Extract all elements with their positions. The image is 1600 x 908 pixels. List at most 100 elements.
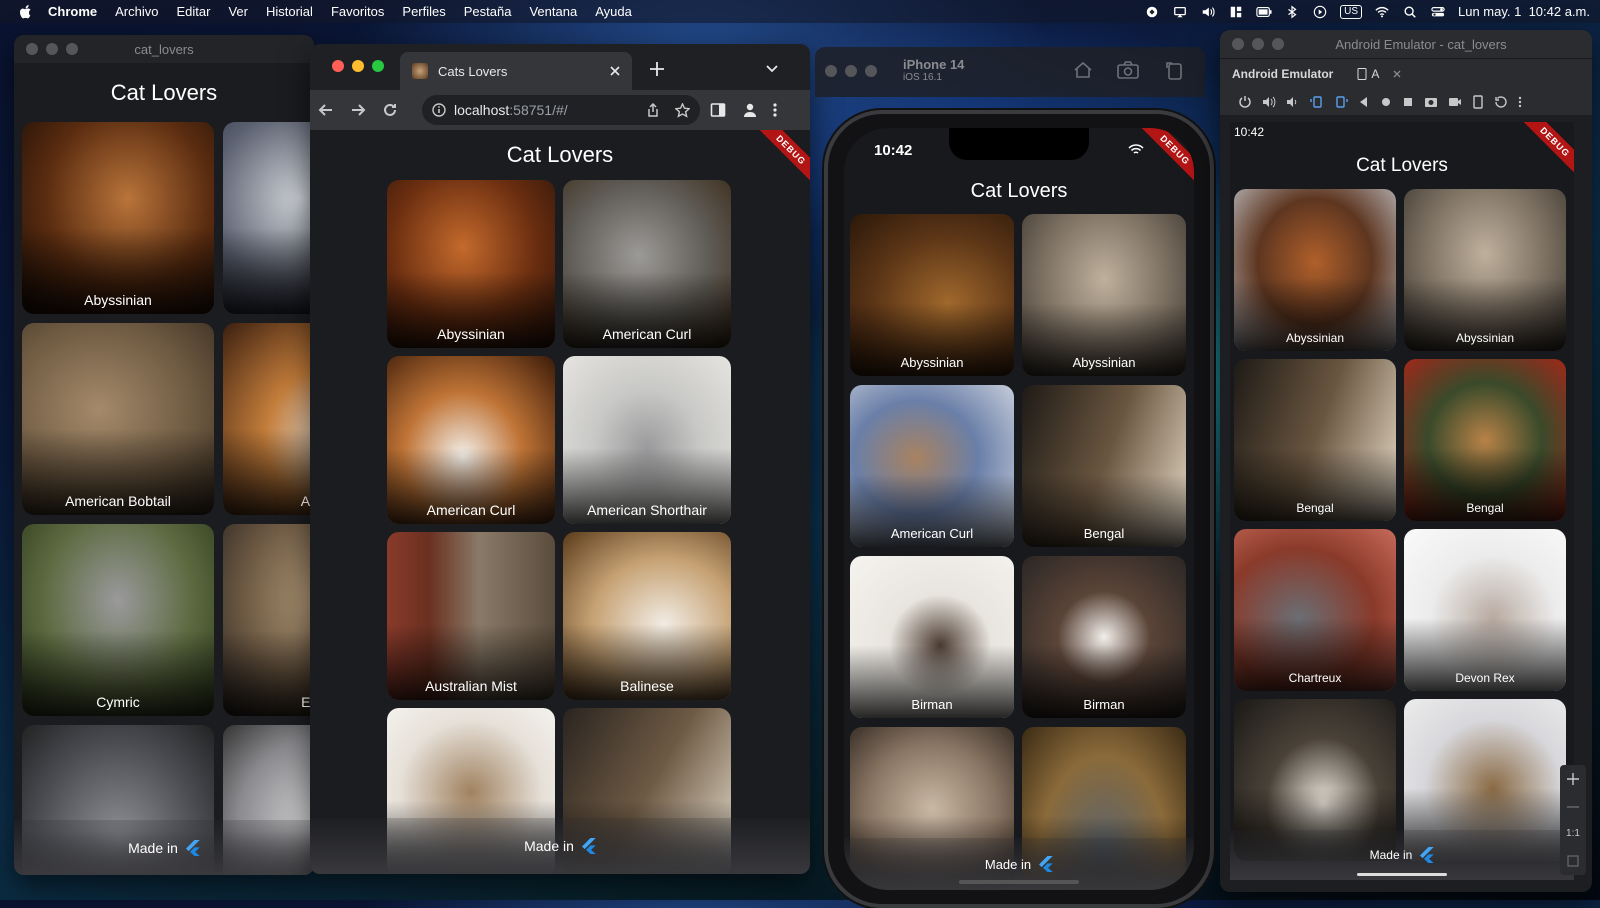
- status-app-icon[interactable]: [1144, 5, 1160, 19]
- menubar-clock[interactable]: Lun may. 1 10:42 a.m.: [1458, 4, 1590, 19]
- battery-icon[interactable]: [1256, 5, 1272, 19]
- more-options-icon[interactable]: [1518, 96, 1522, 108]
- fit-screen-icon[interactable]: [1567, 855, 1579, 867]
- minimize-button[interactable]: [352, 60, 364, 72]
- cat-card[interactable]: Cymric: [22, 524, 214, 716]
- volume-up-icon[interactable]: [1262, 95, 1276, 109]
- tab-search-icon[interactable]: [766, 64, 778, 74]
- cat-card[interactable]: Balinese: [563, 532, 731, 700]
- cat-card[interactable]: Ameri: [223, 323, 314, 515]
- zoom-out-icon[interactable]: [1567, 801, 1579, 813]
- input-source-indicator[interactable]: US: [1340, 4, 1362, 19]
- profile-icon[interactable]: [742, 102, 758, 118]
- device-frame-icon[interactable]: [1472, 95, 1484, 109]
- menu-historial[interactable]: Historial: [266, 4, 313, 19]
- cat-name: Bengal: [1083, 526, 1125, 541]
- cat-name: American Bobtail: [65, 493, 171, 509]
- record-video-icon[interactable]: [1448, 95, 1462, 109]
- cat-card[interactable]: Devon Rex: [1404, 529, 1566, 691]
- rotate-icon[interactable]: [1165, 60, 1183, 80]
- share-icon[interactable]: [646, 103, 660, 117]
- address-bar[interactable]: localhost:58751/#/: [422, 95, 700, 125]
- cat-card[interactable]: American Curl: [850, 385, 1014, 547]
- cat-card[interactable]: American Shorthair: [563, 356, 731, 524]
- close-device-tab-icon[interactable]: [1393, 70, 1401, 78]
- side-panel-icon[interactable]: [710, 102, 726, 118]
- window-tiling-icon[interactable]: [1228, 5, 1244, 19]
- bluetooth-icon[interactable]: [1284, 5, 1300, 19]
- menu-ayuda[interactable]: Ayuda: [595, 4, 632, 19]
- zoom-button[interactable]: [372, 60, 384, 72]
- cat-card[interactable]: Ae: [223, 122, 314, 314]
- close-button[interactable]: [1232, 38, 1244, 50]
- cat-card[interactable]: Abyssinian: [1022, 214, 1186, 376]
- cat-card[interactable]: Abyssinian: [1234, 189, 1396, 351]
- menu-ver[interactable]: Ver: [228, 4, 248, 19]
- menu-editar[interactable]: Editar: [176, 4, 210, 19]
- cat-card[interactable]: Abyssinian: [387, 180, 555, 348]
- flutter-logo-icon: [185, 839, 200, 856]
- play-icon[interactable]: [1312, 5, 1328, 19]
- overview-icon[interactable]: [1402, 96, 1414, 108]
- cat-card[interactable]: American Curl: [387, 356, 555, 524]
- back-icon[interactable]: [1358, 96, 1370, 108]
- home-icon[interactable]: [1073, 61, 1093, 79]
- rotate-right-icon[interactable]: [1334, 95, 1348, 109]
- menu-chrome[interactable]: Chrome: [48, 4, 97, 19]
- snapshot-icon[interactable]: [1494, 95, 1508, 109]
- screenshot-icon[interactable]: [1117, 61, 1139, 79]
- menu-favoritos[interactable]: Favoritos: [331, 4, 384, 19]
- close-button[interactable]: [332, 60, 344, 72]
- device-tab[interactable]: A: [1357, 67, 1401, 81]
- forward-icon[interactable]: [350, 102, 366, 118]
- cat-name: Chartreux: [1288, 671, 1342, 685]
- camera-icon[interactable]: [1424, 95, 1438, 109]
- cat-card[interactable]: Birman: [1022, 556, 1186, 718]
- new-tab-icon[interactable]: [650, 62, 664, 76]
- apple-icon[interactable]: [18, 4, 34, 20]
- site-info-icon[interactable]: [432, 103, 446, 117]
- footer: Made in: [310, 818, 810, 874]
- power-icon[interactable]: [1238, 95, 1252, 109]
- cat-card[interactable]: Bengal: [1234, 359, 1396, 521]
- cat-card[interactable]: Abyssinian: [1404, 189, 1566, 351]
- cat-card[interactable]: Chartreux: [1234, 529, 1396, 691]
- volume-icon[interactable]: [1200, 5, 1216, 19]
- chrome-menu-icon[interactable]: [772, 102, 778, 118]
- menu-perfiles[interactable]: Perfiles: [402, 4, 445, 19]
- spotlight-search-icon[interactable]: [1402, 5, 1418, 19]
- desktop-titlebar: cat_lovers: [14, 35, 314, 63]
- cat-card[interactable]: American Curl: [563, 180, 731, 348]
- close-tab-icon[interactable]: [610, 66, 620, 76]
- menu-archivo[interactable]: Archivo: [115, 4, 158, 19]
- cat-card[interactable]: Birman: [850, 556, 1014, 718]
- app-title: Cat Lovers: [110, 80, 218, 105]
- cat-card[interactable]: Egypt: [223, 524, 314, 716]
- menu-ventana[interactable]: Ventana: [529, 4, 577, 19]
- zoom-1to1-button[interactable]: 1:1: [1566, 828, 1580, 839]
- wifi-icon[interactable]: [1374, 5, 1390, 19]
- zoom-button[interactable]: [865, 65, 877, 77]
- volume-down-icon[interactable]: [1286, 95, 1300, 109]
- close-button[interactable]: [825, 65, 837, 77]
- cat-name: Cymric: [96, 694, 140, 710]
- bookmark-star-icon[interactable]: [675, 102, 690, 118]
- rotate-left-icon[interactable]: [1310, 95, 1324, 109]
- cat-card[interactable]: Bengal: [1404, 359, 1566, 521]
- zoom-in-icon[interactable]: [1567, 772, 1579, 785]
- browser-tab[interactable]: Cats Lovers: [400, 52, 632, 90]
- control-center-icon[interactable]: [1430, 5, 1446, 19]
- cat-card[interactable]: Australian Mist: [387, 532, 555, 700]
- home-icon[interactable]: [1380, 96, 1392, 108]
- cat-card[interactable]: Abyssinian: [850, 214, 1014, 376]
- cast-icon[interactable]: [1172, 5, 1188, 19]
- minimize-button[interactable]: [845, 65, 857, 77]
- emulator-controls: [1220, 89, 1592, 115]
- menu-pestana[interactable]: Pestaña: [464, 4, 512, 19]
- cat-card[interactable]: Bengal: [1022, 385, 1186, 547]
- cat-card[interactable]: Abyssinian: [22, 122, 214, 314]
- back-icon[interactable]: [318, 102, 334, 118]
- cat-name: Balinese: [620, 678, 674, 694]
- reload-icon[interactable]: [382, 102, 398, 118]
- cat-card[interactable]: American Bobtail: [22, 323, 214, 515]
